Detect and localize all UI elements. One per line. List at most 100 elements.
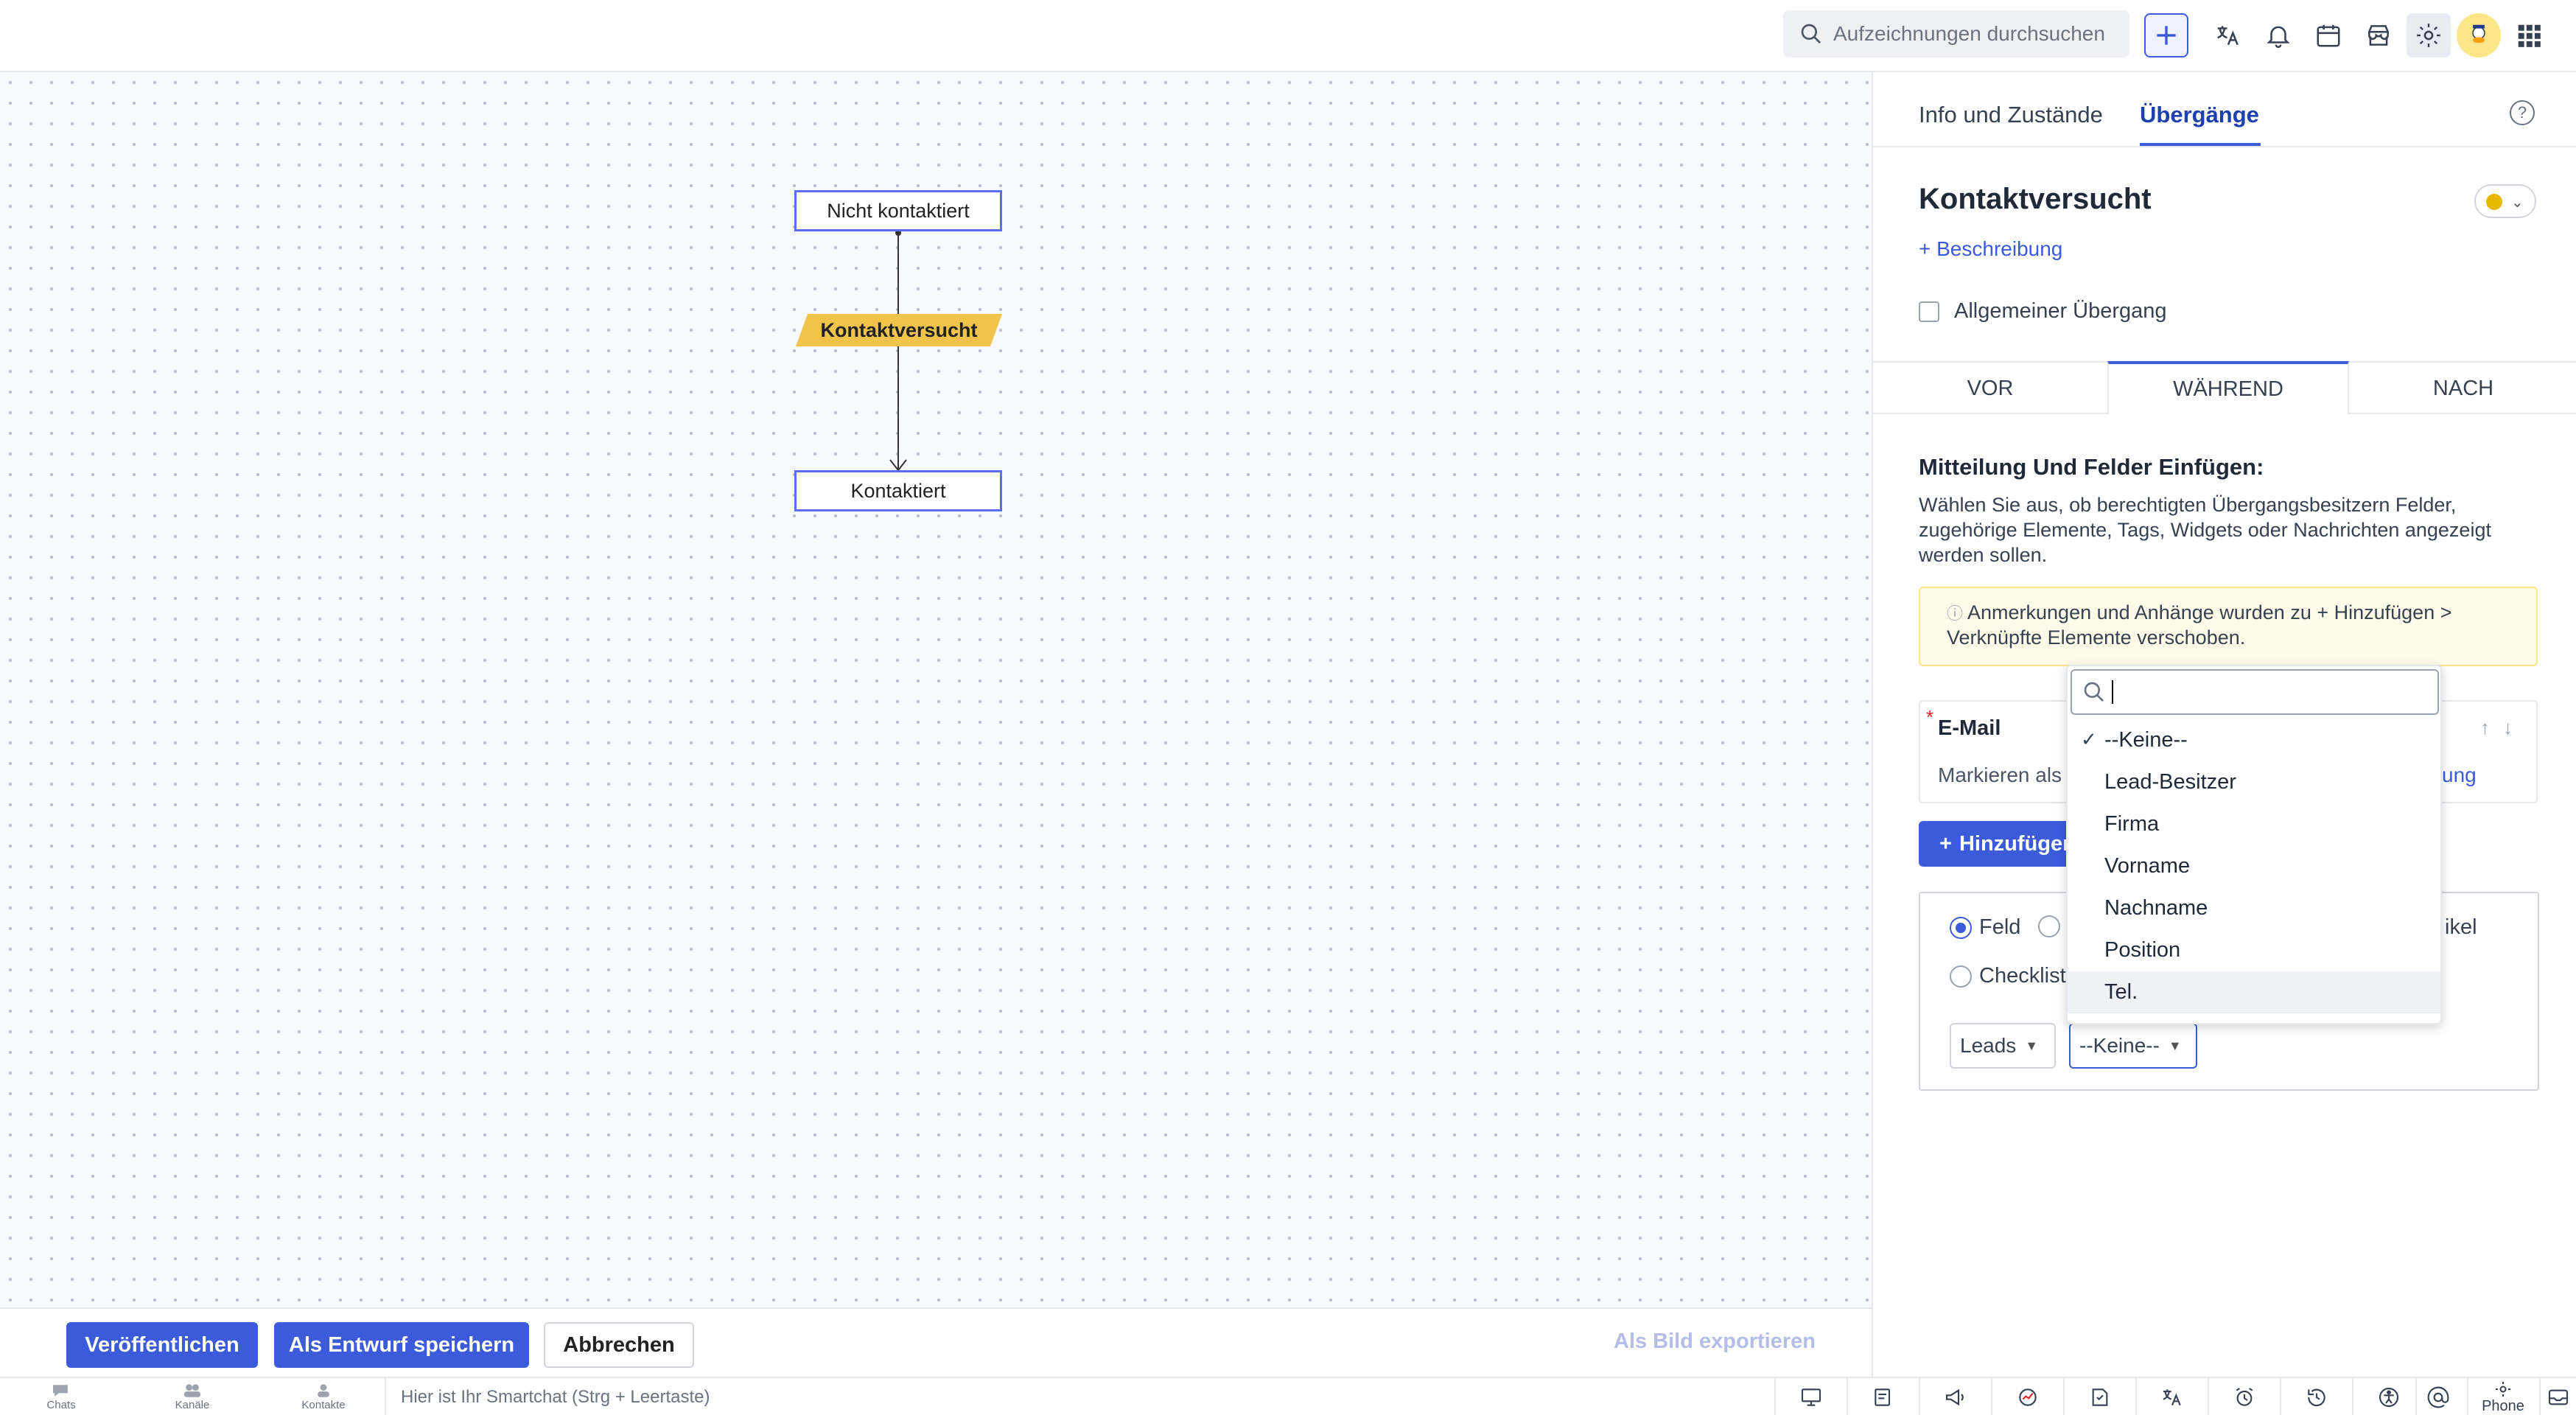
radio-checklist[interactable]: Checklist [1950, 964, 2066, 988]
apps-menu-button[interactable] [2507, 13, 2551, 57]
dropdown-options: ✓ --Keine-- Lead-Besitzer Firma Vorname N… [2068, 719, 2440, 1023]
inbox-icon [2548, 1389, 2569, 1405]
tab-info-states[interactable]: Info und Zustände [1919, 102, 2103, 128]
chat-icon [53, 1385, 68, 1397]
status-action-1[interactable] [1774, 1378, 1847, 1415]
publish-button[interactable]: Veröffentlichen [66, 1322, 258, 1368]
user-avatar-icon [2465, 22, 2492, 49]
dropdown-search-input[interactable] [2071, 669, 2439, 715]
analytics-icon [2019, 1388, 2037, 1406]
validation-link[interactable]: ung [2442, 764, 2477, 787]
radio-second[interactable] [2038, 915, 2068, 937]
radio-field-indicator[interactable] [1950, 916, 1972, 939]
plus-icon: + [1939, 831, 1952, 856]
translate-button[interactable] [2206, 13, 2250, 57]
top-bar: Aufzeichnungen durchsuchen [0, 0, 2576, 72]
tab-before[interactable]: VOR [1873, 363, 2107, 414]
tab-transitions[interactable]: Übergänge [2140, 102, 2259, 128]
blueprint-canvas[interactable]: Nicht kontaktiert Kontaktversucht Kontak… [0, 72, 1872, 1307]
phone-label: Phone [2482, 1397, 2524, 1414]
radio-article[interactable]: ikel [2445, 915, 2477, 940]
help-icon[interactable]: ? [2510, 100, 2535, 125]
state-node-nicht-kontaktiert[interactable]: Nicht kontaktiert [794, 190, 1002, 231]
caret-down-icon: ▼ [2168, 1038, 2182, 1053]
status-bar: Chats Kanäle Kontakte Hier ist Ihr Smart… [0, 1377, 2576, 1415]
option-label: Vorname [2104, 854, 2191, 878]
create-button[interactable] [2144, 13, 2188, 57]
dropdown-option[interactable]: Lead-Besitzer [2068, 761, 2440, 803]
phone-button[interactable]: Phone [2467, 1378, 2538, 1415]
status-action-2[interactable] [1847, 1378, 1919, 1415]
translate-icon [2217, 26, 2239, 46]
marketplace-button[interactable] [2356, 13, 2401, 57]
dropdown-option[interactable]: E- [2068, 1013, 2440, 1023]
general-transition-label: Allgemeiner Übergang [1954, 299, 2167, 323]
search-placeholder: Aufzeichnungen durchsuchen [1833, 22, 2105, 45]
radio-second-indicator[interactable] [2038, 915, 2060, 937]
add-description-link[interactable]: + Beschreibung [1919, 237, 2062, 261]
tab-during[interactable]: WÄHREND [2107, 361, 2349, 414]
smartchat-input[interactable]: Hier ist Ihr Smartchat (Strg + Leertaste… [385, 1378, 1770, 1415]
action-bar: Veröffentlichen Als Entwurf speichern Ab… [0, 1307, 1872, 1377]
radio-checklist-indicator[interactable] [1950, 965, 1972, 988]
export-image-button[interactable]: Als Bild exportieren [1614, 1330, 1816, 1354]
global-search-input[interactable]: Aufzeichnungen durchsuchen [1783, 10, 2129, 57]
dropdown-option[interactable]: Firma [2068, 803, 2440, 845]
status-action-9[interactable] [2352, 1378, 2424, 1415]
channels-button[interactable]: Kanäle [159, 1381, 225, 1411]
radio-field[interactable]: Feld [1950, 915, 2020, 940]
note-icon [2092, 1388, 2108, 1406]
option-label: Tel. [2104, 980, 2138, 1004]
reorder-arrows[interactable]: ↑↓ [2480, 716, 2526, 739]
dropdown-option-hovered[interactable]: Tel. [2068, 971, 2440, 1013]
color-picker[interactable]: ⌄ [2474, 184, 2536, 218]
dropdown-option[interactable]: Position [2068, 929, 2440, 971]
search-icon [1801, 24, 1821, 43]
dropdown-option[interactable]: ✓ --Keine-- [2068, 719, 2440, 761]
status-action-6[interactable] [2135, 1378, 2208, 1415]
transition-label: Kontaktversucht [820, 318, 978, 341]
dropdown-option[interactable]: Nachname [2068, 887, 2440, 929]
field-select[interactable]: --Keine-- ▼ [2069, 1023, 2197, 1069]
status-action-4[interactable] [1991, 1378, 2063, 1415]
info-note-text: Anmerkungen und Anhänge wurden zu + Hinz… [1947, 601, 2452, 649]
status-action-5[interactable] [2063, 1378, 2135, 1415]
transition-title: Kontaktversucht [1919, 183, 2152, 215]
contacts-button[interactable]: Kontakte [290, 1381, 357, 1411]
caret-down-icon: ▼ [2025, 1038, 2039, 1053]
tab-divider [1873, 146, 2576, 147]
status-action-3[interactable] [1919, 1378, 1991, 1415]
calendar-button[interactable] [2306, 13, 2351, 57]
general-transition-checkbox[interactable]: Allgemeiner Übergang [1919, 299, 2167, 324]
add-button[interactable]: + Hinzufügen [1919, 821, 2073, 867]
status-action-10[interactable] [2415, 1378, 2460, 1415]
chats-button[interactable]: Chats [28, 1381, 94, 1411]
section-description: Wählen Sie aus, ob berechtigten Übergang… [1919, 494, 2491, 566]
channels-label: Kanäle [175, 1399, 210, 1411]
status-action-12[interactable] [2539, 1378, 2576, 1415]
option-label: --Keine-- [2104, 728, 2188, 752]
status-action-8[interactable] [2280, 1378, 2352, 1415]
mark-as-label: Markieren als [1938, 764, 2062, 786]
dropdown-option[interactable]: Vorname [2068, 845, 2440, 887]
phase-tabs: VOR WÄHREND NACH [1873, 361, 2576, 414]
notifications-button[interactable] [2256, 13, 2300, 57]
module-select[interactable]: Leads ▼ [1950, 1023, 2056, 1069]
radio-article-label: ikel [2445, 915, 2477, 939]
checkbox-box[interactable] [1919, 301, 1939, 322]
cancel-button[interactable]: Abbrechen [544, 1322, 694, 1368]
desktop-icon [1801, 1388, 1821, 1406]
option-label: Nachname [2104, 896, 2208, 920]
store-icon [2368, 25, 2389, 46]
option-label: Position [2104, 938, 2181, 962]
status-action-7[interactable] [2208, 1378, 2280, 1415]
transition-node-kontaktversucht[interactable]: Kontaktversucht [794, 312, 1004, 348]
settings-button[interactable] [2407, 13, 2451, 57]
translate-icon [2163, 1389, 2181, 1406]
contacts-label: Kontakte [301, 1399, 346, 1411]
state-node-kontaktiert[interactable]: Kontaktiert [794, 470, 1002, 511]
gear-icon [2496, 1381, 2510, 1397]
save-draft-button[interactable]: Als Entwurf speichern [274, 1322, 529, 1368]
avatar[interactable] [2457, 13, 2501, 57]
tab-after[interactable]: NACH [2349, 363, 2576, 414]
